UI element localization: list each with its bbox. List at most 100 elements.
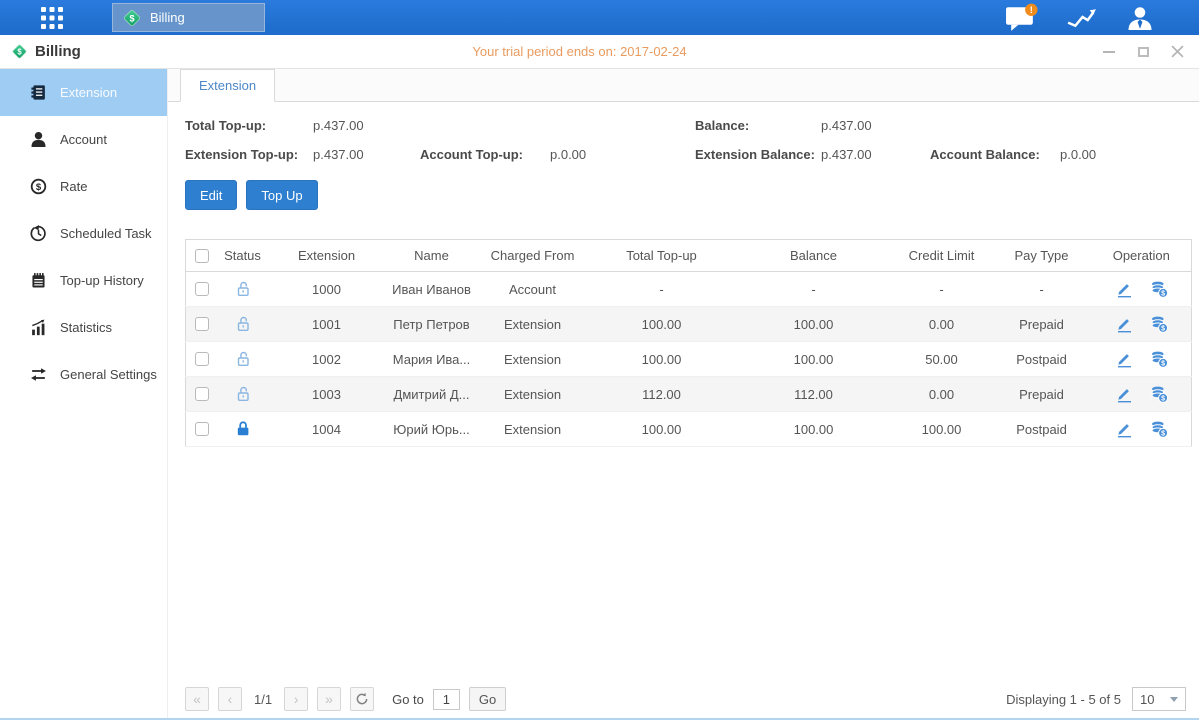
extension-topup-label: Extension Top-up: [185, 147, 313, 162]
account-topup-label: Account Top-up: [420, 147, 550, 162]
pagination-summary: Displaying 1 - 5 of 5 10 [1006, 687, 1186, 711]
action-buttons: Edit Top Up [185, 180, 1199, 210]
sidebar-item-statistics[interactable]: Statistics [0, 304, 167, 351]
close-button[interactable] [1170, 45, 1184, 59]
unlocked-icon [234, 280, 252, 298]
top-up-row-button[interactable]: $ [1150, 350, 1168, 368]
balance-value: p.437.00 [821, 118, 930, 133]
cell-credit-limit: 0.00 [892, 307, 992, 342]
edit-row-button[interactable] [1115, 280, 1133, 298]
billing-app-icon: $ [122, 8, 142, 28]
svg-text:$: $ [1161, 430, 1165, 437]
last-page-button[interactable]: » [317, 687, 341, 711]
goto-page-input[interactable] [433, 689, 460, 710]
messages-button[interactable]: ! [1005, 3, 1038, 32]
sidebar-item-general-settings[interactable]: General Settings [0, 351, 167, 398]
next-page-button[interactable]: › [284, 687, 308, 711]
row-checkbox[interactable] [195, 422, 209, 436]
refresh-button[interactable] [350, 687, 374, 711]
account-person-icon [30, 131, 47, 148]
sidebar-item-label: Rate [60, 179, 87, 194]
status-lock-icon [218, 280, 268, 298]
sidebar-item-label: General Settings [60, 367, 157, 382]
minimize-icon [1103, 51, 1115, 53]
page-size-select[interactable]: 10 [1132, 687, 1186, 711]
sidebar-item-extension[interactable]: Extension [0, 69, 167, 116]
extension-book-icon [30, 84, 47, 101]
taskbar-tab-billing[interactable]: $ Billing [112, 3, 265, 32]
prev-page-button[interactable]: ‹ [218, 687, 242, 711]
table-row: 1001 Петр Петров Extension 100.00 100.00… [186, 307, 1192, 342]
cell-total-topup: 112.00 [588, 377, 736, 412]
top-up-button[interactable]: Top Up [246, 180, 317, 210]
cell-credit-limit: 100.00 [892, 412, 992, 447]
cell-extension: 1001 [268, 307, 386, 342]
top-up-row-button[interactable]: $ [1150, 315, 1168, 333]
app-launcher-button[interactable] [33, 0, 71, 35]
col-header-pay-type: Pay Type [992, 240, 1092, 272]
user-menu-button[interactable] [1125, 6, 1155, 30]
total-topup-value: p.437.00 [313, 118, 420, 133]
go-button[interactable]: Go [469, 687, 506, 711]
cell-balance: 112.00 [736, 377, 892, 412]
top-up-row-button[interactable]: $ [1150, 385, 1168, 403]
cell-pay-type: - [992, 272, 1092, 307]
account-topup-value: p.0.00 [550, 147, 695, 162]
cell-charged-from: Extension [478, 307, 588, 342]
row-checkbox[interactable] [195, 387, 209, 401]
tab-extension[interactable]: Extension [180, 69, 275, 102]
line-chart-icon [1065, 5, 1098, 30]
general-settings-arrows-icon [30, 366, 47, 383]
sidebar-item-topup-history[interactable]: Top-up History [0, 257, 167, 304]
row-checkbox[interactable] [195, 352, 209, 366]
account-balance-value: p.0.00 [1060, 147, 1186, 162]
reports-button[interactable] [1065, 5, 1098, 30]
top-up-row-button[interactable]: $ [1150, 420, 1168, 438]
cell-pay-type: Prepaid [992, 307, 1092, 342]
scheduled-task-clock-icon [30, 225, 47, 242]
cell-credit-limit: 0.00 [892, 377, 992, 412]
sidebar-item-account[interactable]: Account [0, 116, 167, 163]
row-operations: $ [1092, 280, 1192, 298]
sidebar-item-scheduled-task[interactable]: Scheduled Task [0, 210, 167, 257]
svg-text:$: $ [1161, 395, 1165, 402]
page-indicator: 1/1 [254, 692, 272, 707]
svg-text:$: $ [1161, 290, 1165, 297]
tab-strip: Extension [168, 69, 1199, 102]
unlocked-icon [234, 385, 252, 403]
refresh-icon [355, 692, 369, 706]
cell-extension: 1000 [268, 272, 386, 307]
cell-total-topup: 100.00 [588, 307, 736, 342]
topup-history-notepad-icon [30, 272, 47, 289]
maximize-icon [1138, 47, 1149, 57]
user-icon [1125, 6, 1155, 30]
app-grid-icon [40, 6, 64, 30]
cell-name: Юрий Юрь... [386, 412, 478, 447]
cell-pay-type: Postpaid [992, 342, 1092, 377]
close-icon [1171, 45, 1184, 58]
edit-row-button[interactable] [1115, 315, 1133, 333]
status-lock-icon [218, 420, 268, 438]
table-row: 1002 Мария Ива... Extension 100.00 100.0… [186, 342, 1192, 377]
top-up-row-button[interactable]: $ [1150, 280, 1168, 298]
first-page-button[interactable]: « [185, 687, 209, 711]
row-checkbox[interactable] [195, 317, 209, 331]
cell-balance: - [736, 272, 892, 307]
sidebar-item-rate[interactable]: $ Rate [0, 163, 167, 210]
select-all-checkbox[interactable] [195, 249, 209, 263]
extension-balance-label: Extension Balance: [695, 147, 821, 162]
goto-label: Go to [392, 692, 424, 707]
minimize-button[interactable] [1102, 45, 1116, 59]
window-title-group: $ Billing [11, 43, 81, 60]
row-checkbox[interactable] [195, 282, 209, 296]
cell-charged-from: Account [478, 272, 588, 307]
edit-row-button[interactable] [1115, 385, 1133, 403]
edit-row-button[interactable] [1115, 350, 1133, 368]
status-lock-icon [218, 350, 268, 368]
edit-row-button[interactable] [1115, 420, 1133, 438]
displaying-text: Displaying 1 - 5 of 5 [1006, 692, 1121, 707]
edit-button[interactable]: Edit [185, 180, 237, 210]
maximize-button[interactable] [1136, 45, 1150, 59]
cell-name: Иван Иванов [386, 272, 478, 307]
svg-text:$: $ [1161, 360, 1165, 367]
